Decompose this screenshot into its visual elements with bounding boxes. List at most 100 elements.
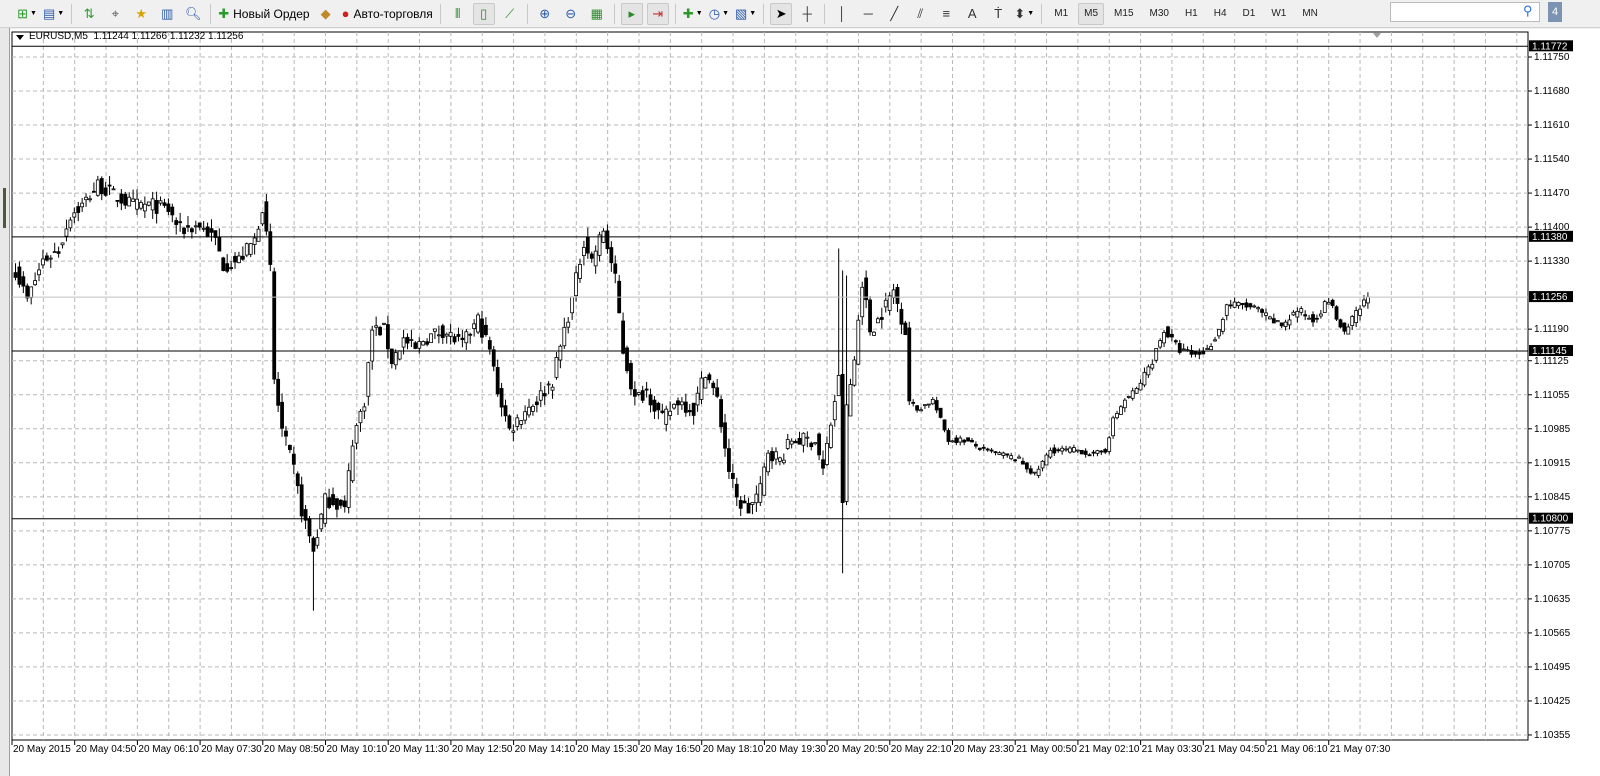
candle-body [166,203,171,212]
candle-body [652,399,657,412]
candle-body [1326,301,1331,305]
candle-body [879,317,884,320]
candle-body [472,323,477,329]
candle-body [911,401,916,404]
candle-body [107,184,112,187]
price-axis-label: 1.11055 [1534,390,1570,401]
time-axis-label: 20 May 23:30 [954,744,1015,755]
candle-body [1009,455,1014,460]
candle-body [193,225,198,228]
candle-body [374,325,379,328]
candle-body [840,373,845,504]
price-axis-label: 1.10705 [1534,560,1571,571]
candle-body [1142,372,1147,386]
candle [260,211,265,227]
candle-body [99,178,104,195]
candle-body [1260,309,1264,313]
candle-body [895,287,900,304]
candle-body [401,337,406,348]
candle-body [405,336,410,344]
candle-body [742,500,747,504]
candle-body [1150,363,1155,369]
time-axis-label: 20 May 18:10 [703,744,764,755]
candle-body [554,357,559,378]
candle [507,414,512,431]
candle-body [60,242,65,246]
candle-body [1024,462,1029,470]
candle-body [111,188,116,191]
candle-body [1283,321,1288,328]
candle-body [876,318,880,324]
candle-body [350,445,355,482]
candle-body [805,436,810,439]
candle-body [135,198,139,210]
candle-body [981,446,986,449]
candle-body [225,263,230,272]
candle-body [25,285,30,299]
candle-body [338,499,343,506]
candle-body [1083,450,1088,455]
candle-body [903,322,908,336]
candle-body [1044,454,1049,466]
candle-body [287,444,292,451]
candle-body [146,201,151,206]
candle-body [723,422,727,449]
candle-body [683,401,688,413]
candle-body [315,537,320,546]
candle-body [444,333,449,337]
candle-body [362,406,367,412]
candle-body [221,257,226,271]
candle-body [440,325,445,338]
time-axis-label: 21 May 04:50 [1204,744,1265,755]
candle-body [327,497,332,508]
candle-body [307,518,312,537]
candle-body [778,457,782,462]
candle-body [1052,447,1057,454]
candle-body [1197,351,1202,355]
price-axis-label: 1.10985 [1534,424,1571,435]
candle-body [966,437,970,442]
candle-body [926,403,931,406]
price-tag-label: 1.11380 [1532,232,1568,243]
candle-body [1275,320,1280,323]
candle-body [158,200,163,204]
candle-body [1158,340,1163,348]
price-tag-label: 1.11145 [1532,346,1567,357]
candle-body [946,430,951,442]
candle-body [636,392,641,395]
candle-body [174,220,179,225]
price-axis-label: 1.10565 [1534,628,1571,639]
symbol-info-text: EURUSD,M5 1.11244 1.11266 1.11232 1.1125… [29,31,244,42]
candle-body [515,417,520,427]
chart-canvas[interactable]: 1.117501.116801.116101.115401.114701.114… [0,0,1600,776]
time-axis-label: 21 May 03:30 [1142,744,1203,755]
candle-body [1017,456,1021,459]
candle-body [1334,306,1339,320]
candle-body [95,179,100,196]
candle-body [436,334,441,337]
candle [1275,320,1280,323]
candle-body [127,196,132,207]
candle-body [115,199,120,202]
candle-body [1036,468,1041,476]
candle-body [495,367,500,395]
time-axis-label: 21 May 06:10 [1267,744,1328,755]
candle-body [519,420,524,425]
candle-body [821,459,825,469]
candle-body [570,296,575,314]
candle-body [703,377,708,389]
candle-body [76,206,81,213]
candle-body [687,410,692,413]
candle-body [974,443,978,447]
candle-body [1236,302,1241,307]
candle-body [550,386,555,391]
candle-body [44,255,49,261]
candle-body [29,286,34,298]
time-axis-label: 20 May 12:50 [452,744,513,755]
candle-body [244,243,249,256]
candle-body [707,374,712,381]
candle-body [41,258,45,266]
candle-body [33,280,37,286]
candle [1338,318,1343,329]
candle-body [382,322,386,325]
